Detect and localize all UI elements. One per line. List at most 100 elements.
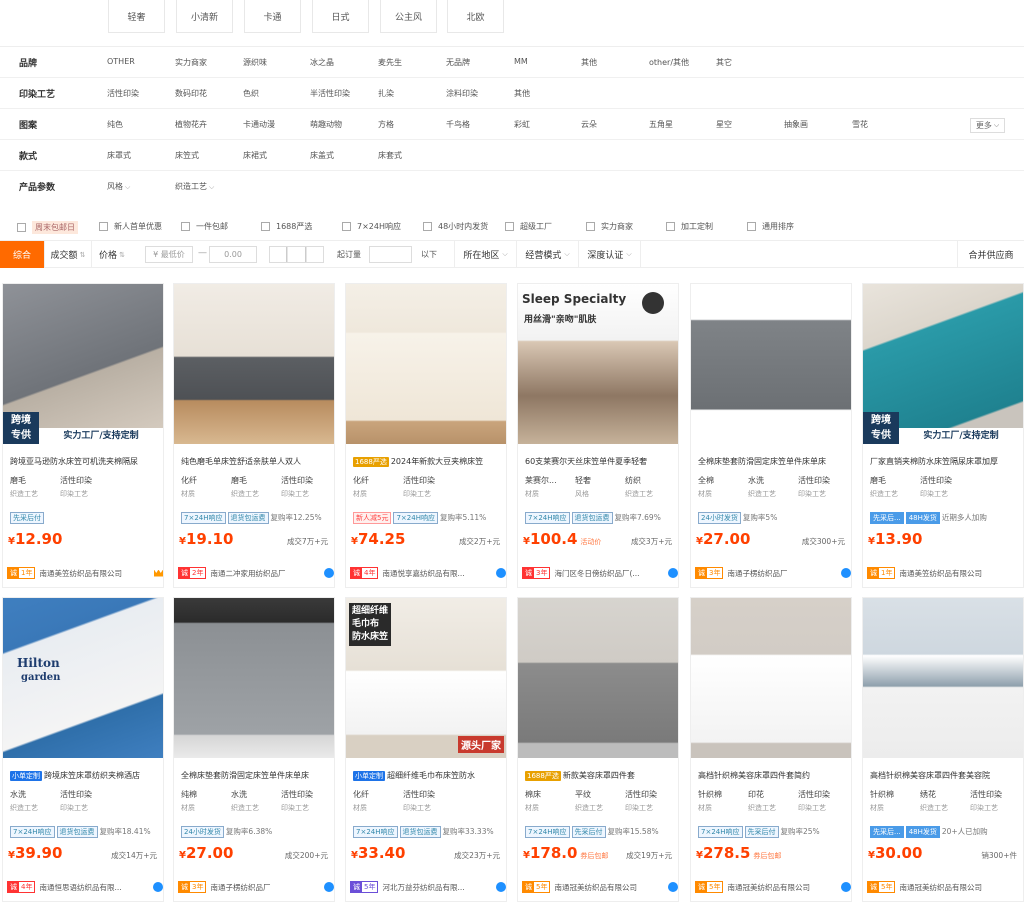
product-image[interactable]: [346, 284, 506, 444]
shop-name[interactable]: 南通冠美纺织品有限公司: [554, 882, 637, 893]
filter-option[interactable]: 源织味: [243, 57, 267, 68]
product-card[interactable]: 高档针织棉美容床罩四件套简约 针织棉 材质 印花 织造工艺 活性印染 印染工艺 7×24H响应…: [690, 597, 852, 902]
checkbox-48h-ship[interactable]: 48小时内发货: [423, 221, 488, 232]
filter-option[interactable]: MM: [514, 57, 528, 66]
product-title[interactable]: 高档针织棉美容床罩四件套简约: [698, 770, 848, 781]
product-image[interactable]: 超细纤维 毛巾布 防水床笠 源头厂家: [346, 598, 506, 758]
checkbox-1688-select[interactable]: 1688严选: [261, 221, 312, 232]
checkbox-super-factory[interactable]: 超级工厂: [505, 221, 552, 232]
chat-icon[interactable]: [496, 568, 506, 578]
filter-option[interactable]: 纯色: [107, 119, 123, 130]
shop-row[interactable]: 诚 3年 海门区冬日傍纺织品厂(...: [522, 566, 678, 580]
filter-option[interactable]: 抽象画: [784, 119, 808, 130]
shop-name[interactable]: 南通恒思语纺织品有限...: [39, 882, 121, 893]
price-distribution-bar[interactable]: [269, 246, 324, 263]
product-card[interactable]: Hilton garden 小单定制 跨境床笠床罩纺织夹棉酒店 水洗 织造工艺 活性印染 印染…: [2, 597, 164, 902]
product-image[interactable]: [863, 598, 1023, 758]
product-card[interactable]: Sleep Specialty 用丝滑"亲吻"肌肤 60支莱赛尔天丝床笠单件夏季轻奢…: [517, 283, 679, 588]
product-card[interactable]: 全棉床垫套防滑固定床笠单件床单床 纯棉 材质 水洗 织造工艺 活性印染 印染工艺 24小时发货…: [173, 597, 335, 902]
filter-option[interactable]: 云朵: [581, 119, 597, 130]
checkbox-weekend-free-shipping[interactable]: 周末包邮日: [17, 221, 78, 234]
filter-option[interactable]: 其它: [716, 57, 732, 68]
shop-name[interactable]: 南通冠美纺织品有限公司: [727, 882, 810, 893]
product-title[interactable]: 60支莱赛尔天丝床笠单件夏季轻奢: [525, 456, 675, 467]
shop-row[interactable]: 诚 1年 南通美笠纺织品有限公司: [867, 566, 1023, 580]
sort-comprehensive[interactable]: 综合: [0, 241, 45, 268]
product-card[interactable]: 跨境 专供 实力工厂/支持定制 厂家直销夹棉防水床笠隔尿床罩加厚 磨毛 织造工艺 活性印染印…: [862, 283, 1024, 588]
shop-row[interactable]: 诚 5年 南通冠美纺织品有限公司: [522, 880, 678, 894]
product-image[interactable]: [174, 598, 334, 758]
chat-icon[interactable]: [841, 568, 851, 578]
product-title[interactable]: 小单定制 超细纤维毛巾布床笠防水: [353, 770, 503, 781]
style-chip[interactable]: 北欧: [447, 0, 504, 33]
chat-icon[interactable]: [496, 882, 506, 892]
product-title[interactable]: 厂家直销夹棉防水床笠隔尿床罩加厚: [870, 456, 1020, 467]
checkbox-247-response[interactable]: 7×24H响应: [342, 221, 401, 232]
chat-icon[interactable]: [153, 882, 163, 892]
product-title[interactable]: 高档针织棉美容床罩四件套美容院: [870, 770, 1020, 781]
product-title[interactable]: 小单定制 跨境床笠床罩纺织夹棉酒店: [10, 770, 160, 781]
filter-option[interactable]: 色织: [243, 88, 259, 99]
product-image[interactable]: [518, 598, 678, 758]
shop-name[interactable]: 南通美笠纺织品有限公司: [899, 568, 982, 579]
checkbox-power-merchant[interactable]: 实力商家: [586, 221, 633, 232]
filter-option[interactable]: 冰之晶: [310, 57, 334, 68]
shop-name[interactable]: 南通子楞纺织品厂: [727, 568, 787, 579]
product-title[interactable]: 1688严选 新款美容床罩四件套: [525, 770, 675, 781]
filter-option[interactable]: 数码印花: [175, 88, 207, 99]
product-card[interactable]: 高档针织棉美容床罩四件套美容院 针织棉 材质 绣花 织造工艺 活性印染 印染工艺 先采后...…: [862, 597, 1024, 902]
location-dropdown[interactable]: 所在地区 ⌵: [454, 241, 517, 268]
product-image[interactable]: 跨境 专供 实力工厂/支持定制: [863, 284, 1023, 444]
param-dropdown[interactable]: 织造工艺 ⌵: [175, 181, 214, 192]
filter-option[interactable]: 床裙式: [243, 150, 267, 161]
checkbox-general-sort[interactable]: 通用排序: [747, 221, 794, 232]
min-price-input[interactable]: ¥ 最低价: [145, 246, 193, 263]
filter-option[interactable]: 实力商家: [175, 57, 207, 68]
shop-name[interactable]: 南通子楞纺织品厂: [210, 882, 270, 893]
style-chip[interactable]: 卡通: [244, 0, 301, 33]
param-dropdown[interactable]: 风格 ⌵: [107, 181, 130, 192]
max-price-input[interactable]: 0.00: [209, 246, 257, 263]
filter-option[interactable]: 其他: [514, 88, 530, 99]
filter-option[interactable]: 植物花卉: [175, 119, 207, 130]
shop-row[interactable]: 诚 5年 南通冠美纺织品有限公司: [867, 880, 1023, 894]
style-chip[interactable]: 小清新: [176, 0, 233, 33]
product-image[interactable]: [174, 284, 334, 444]
chat-icon[interactable]: [324, 882, 334, 892]
shop-row[interactable]: 诚 5年 南通冠美纺织品有限公司: [695, 880, 851, 894]
checkbox-free-shipping[interactable]: 一件包邮: [181, 221, 228, 232]
style-chip[interactable]: 公主风: [380, 0, 437, 33]
sort-deal[interactable]: 成交额 ⇅: [45, 241, 92, 268]
style-chip[interactable]: 日式: [312, 0, 369, 33]
chat-icon[interactable]: [841, 882, 851, 892]
product-card[interactable]: 超细纤维 毛巾布 防水床笠 源头厂家 小单定制 超细纤维毛巾布床笠防水 化纤 材质 活性印染 印染…: [345, 597, 507, 902]
shop-row[interactable]: 诚 5年 河北万益芬纺织品有限...: [350, 880, 506, 894]
moq-input[interactable]: [369, 246, 412, 263]
product-card[interactable]: 1688严选 2024年新款大豆夹棉床笠 化纤 材质 活性印染 印染工艺 新人减5元 7×24…: [345, 283, 507, 588]
shop-row[interactable]: 诚 4年 南通悦享嘉纺织品有限...: [350, 566, 506, 580]
shop-row[interactable]: 诚 2年 南通二冲家用纺织品厂: [178, 566, 334, 580]
chat-icon[interactable]: [324, 568, 334, 578]
filter-option[interactable]: 半活性印染: [310, 88, 350, 99]
filter-option[interactable]: 麦先生: [378, 57, 402, 68]
product-image[interactable]: Sleep Specialty 用丝滑"亲吻"肌肤: [518, 284, 678, 444]
filter-option[interactable]: 雪花: [852, 119, 868, 130]
shop-row[interactable]: 诚 3年 南通子楞纺织品厂: [695, 566, 851, 580]
certification-dropdown[interactable]: 深度认证 ⌵: [579, 241, 641, 268]
filter-option[interactable]: 星空: [716, 119, 732, 130]
shop-name[interactable]: 南通冠美纺织品有限公司: [899, 882, 982, 893]
product-image[interactable]: [691, 598, 851, 758]
filter-option[interactable]: OTHER: [107, 57, 135, 66]
shop-row[interactable]: 诚 1年 南通美笠纺织品有限公司: [7, 566, 163, 580]
product-title[interactable]: 全棉床垫套防滑固定床笠单件床单床: [181, 770, 331, 781]
shop-name[interactable]: 海门区冬日傍纺织品厂(...: [554, 568, 639, 579]
filter-option[interactable]: 活性印染: [107, 88, 139, 99]
filter-option[interactable]: 扎染: [378, 88, 394, 99]
filter-option[interactable]: other/其他: [649, 57, 689, 68]
chat-icon[interactable]: [668, 568, 678, 578]
product-card[interactable]: 纯色磨毛单床笠舒适亲肤单人双人 化纤 材质 磨毛 织造工艺 活性印染 印染工艺 7×24H响应…: [173, 283, 335, 588]
filter-option[interactable]: 方格: [378, 119, 394, 130]
product-title[interactable]: 纯色磨毛单床笠舒适亲肤单人双人: [181, 456, 331, 467]
shop-name[interactable]: 南通悦享嘉纺织品有限...: [382, 568, 464, 579]
more-button[interactable]: 更多 ⌵: [970, 118, 1005, 133]
